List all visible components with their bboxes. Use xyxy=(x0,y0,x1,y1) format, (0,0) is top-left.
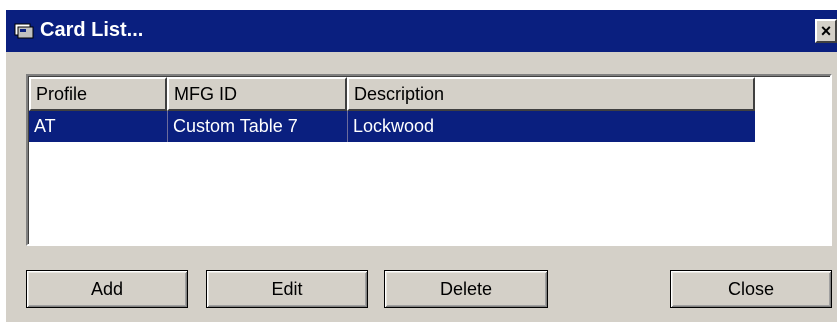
add-button[interactable]: Add xyxy=(26,270,188,308)
cell-profile: AT xyxy=(34,116,56,136)
window-title: Card List... xyxy=(40,19,144,41)
cell-description: Lockwood xyxy=(347,111,755,142)
column-header-profile[interactable]: Profile xyxy=(29,77,167,111)
edit-button[interactable]: Edit xyxy=(206,270,368,308)
column-header-mfg-id[interactable]: MFG ID xyxy=(167,77,347,111)
column-header-description[interactable]: Description xyxy=(347,77,755,111)
window-app-icon xyxy=(14,23,34,39)
cell-mfg-id: Custom Table 7 xyxy=(167,111,347,142)
card-list-view[interactable]: Profile MFG ID Description AT Custom Tab… xyxy=(26,74,832,246)
title-bar[interactable]: Card List... × xyxy=(6,10,837,52)
close-icon[interactable]: × xyxy=(815,19,837,43)
close-button[interactable]: Close xyxy=(670,270,832,308)
delete-button[interactable]: Delete xyxy=(384,270,548,308)
card-list-dialog: Card List... × Profile MFG ID Descriptio… xyxy=(4,8,837,322)
table-row[interactable]: AT Custom Table 7 Lockwood xyxy=(29,111,755,142)
